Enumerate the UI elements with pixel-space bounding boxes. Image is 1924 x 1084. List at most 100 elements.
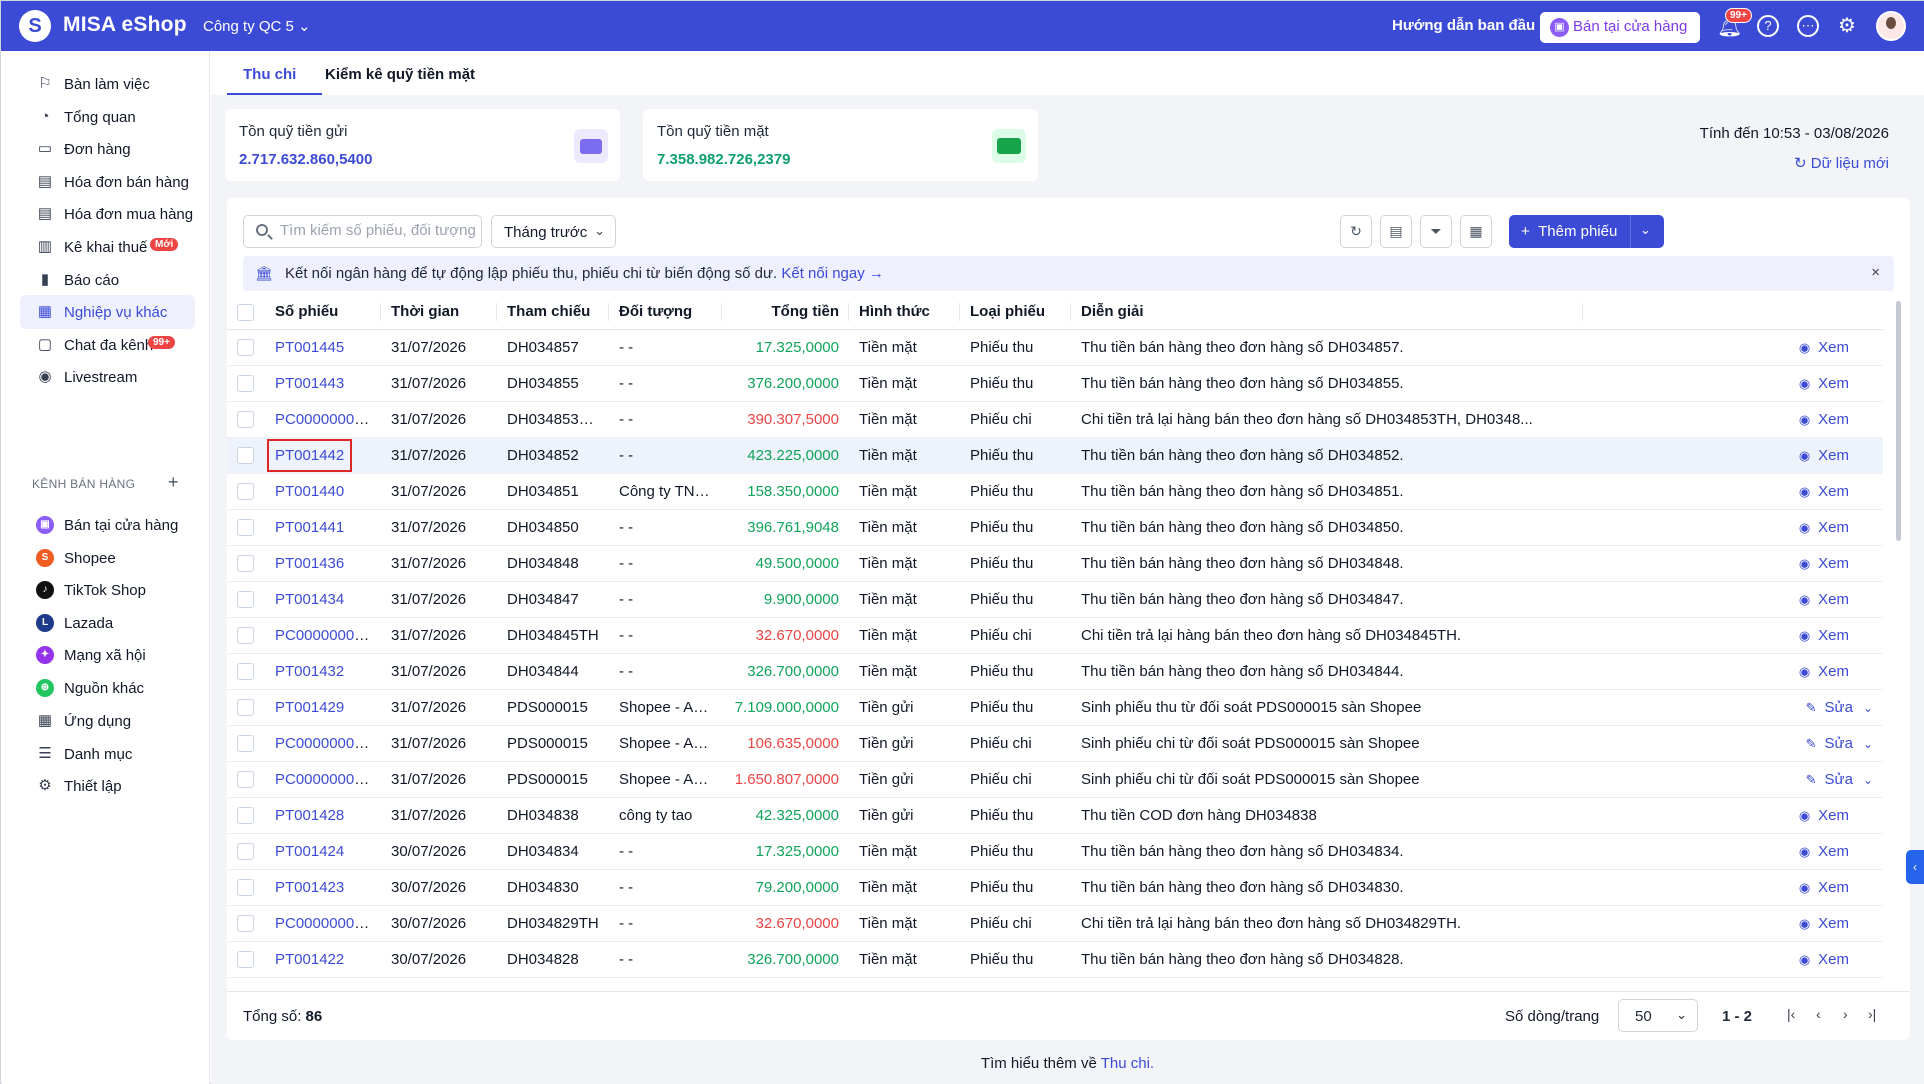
chevron-down-icon[interactable]: ⌄ xyxy=(1863,773,1873,787)
period-select[interactable]: Tháng trước ⌄ xyxy=(491,215,616,248)
row-checkbox[interactable] xyxy=(237,734,254,752)
channel-item-shopee[interactable]: S Shopee xyxy=(20,541,195,575)
voucher-no-link[interactable]: PT001443 xyxy=(275,375,344,392)
voucher-no-link[interactable]: PC000000000... xyxy=(275,411,381,428)
sidebar-item-thiết-lập[interactable]: ⚙ Thiết lập xyxy=(20,769,195,803)
table-row[interactable]: PT001442 31/07/2026 DH034852- -423.225,000… xyxy=(227,437,1883,474)
filter-button[interactable]: ⏷ xyxy=(1420,215,1452,248)
sidebar-item-hóa-đơn-bán-hàng[interactable]: ▤ Hóa đơn bán hàng xyxy=(20,165,195,199)
table-row[interactable]: PT001428 31/07/2026 DH034838 công ty tao 42.… xyxy=(227,797,1883,834)
channel-item-mạng-xã-hội[interactable]: ✦ Mạng xã hội xyxy=(20,638,195,672)
voucher-no-link[interactable]: PT001442 xyxy=(266,438,353,472)
add-channel-icon[interactable]: + xyxy=(168,472,179,493)
misa-logo-icon[interactable]: S xyxy=(19,10,51,42)
sell-in-store-button[interactable]: ▣ Bán tại cửa hàng xyxy=(1540,12,1700,43)
table-row[interactable]: PT001432 31/07/2026 DH034844- -326.700,000… xyxy=(227,653,1883,690)
edit-link[interactable]: Sửa xyxy=(1825,699,1853,716)
table-row[interactable]: PT001440 31/07/2026 DH034851 Công ty TNHH .… xyxy=(227,473,1883,510)
col-header-type[interactable]: Loại phiếu xyxy=(960,295,1071,330)
voucher-no-link[interactable]: PT001432 xyxy=(275,663,344,680)
view-link[interactable]: Xem xyxy=(1818,483,1849,500)
col-header-reference[interactable]: Tham chiếu xyxy=(497,295,609,330)
rows-per-page-select[interactable]: 50 ⌄ xyxy=(1618,999,1698,1032)
last-page-icon[interactable]: ›| xyxy=(1868,1006,1876,1022)
sidebar-item-livestream[interactable]: ◉ Livestream xyxy=(20,360,195,394)
scrollbar-thumb[interactable] xyxy=(1896,301,1901,541)
row-checkbox[interactable] xyxy=(237,770,254,788)
sidebar-item-đơn-hàng[interactable]: ▭ Đơn hàng xyxy=(20,132,195,166)
row-checkbox[interactable] xyxy=(237,806,254,824)
row-checkbox[interactable] xyxy=(237,338,254,356)
getting-started-link[interactable]: Hướng dẫn ban đầu xyxy=(1392,17,1535,34)
search-input[interactable] xyxy=(280,222,475,239)
voucher-no-link[interactable]: PT001424 xyxy=(275,843,344,860)
table-row[interactable]: PT001434 31/07/2026 DH034847- -9.900,0000 T… xyxy=(227,581,1883,618)
voucher-no-link[interactable]: PT001441 xyxy=(275,519,344,536)
sidebar-item-hóa-đơn-mua-hàng[interactable]: ▤ Hóa đơn mua hàng xyxy=(20,197,195,231)
column-settings-button[interactable]: ▦ xyxy=(1460,215,1492,248)
table-row[interactable]: PT001424 30/07/2026 DH034834- -17.325,0000… xyxy=(227,833,1883,870)
row-checkbox[interactable] xyxy=(237,374,254,392)
side-panel-toggle-icon[interactable]: ‹ xyxy=(1906,850,1924,884)
select-all-checkbox[interactable] xyxy=(237,303,254,321)
view-link[interactable]: Xem xyxy=(1818,447,1849,464)
row-checkbox[interactable] xyxy=(237,410,254,428)
gear-icon[interactable]: ⚙ xyxy=(1836,15,1858,37)
refresh-data-link[interactable]: ↻ Dữ liệu mới xyxy=(1794,154,1889,172)
sidebar-item-bàn-làm-việc[interactable]: ⚐ Bàn làm việc xyxy=(20,67,195,101)
channel-item-lazada[interactable]: L Lazada xyxy=(20,606,195,640)
col-header-party[interactable]: Đối tượng xyxy=(609,295,722,330)
voucher-no-link[interactable]: PC000000000... xyxy=(275,915,381,932)
view-link[interactable]: Xem xyxy=(1818,339,1849,356)
row-checkbox[interactable] xyxy=(237,662,254,680)
next-page-icon[interactable]: › xyxy=(1843,1006,1848,1022)
view-link[interactable]: Xem xyxy=(1818,879,1849,896)
chevron-down-icon[interactable]: ⌄ xyxy=(1863,701,1873,715)
table-row[interactable]: PT001445 31/07/2026 DH034857- -17.325,0000… xyxy=(227,329,1883,366)
voucher-no-link[interactable]: PC000000000... xyxy=(275,735,381,752)
table-row[interactable]: PT001443 31/07/2026 DH034855- -376.200,000… xyxy=(227,365,1883,402)
row-checkbox[interactable] xyxy=(237,446,254,464)
col-header-method[interactable]: Hình thức xyxy=(849,295,960,330)
table-row[interactable]: PC000000000... 31/07/2026 PDS000015 Shopee … xyxy=(227,761,1883,798)
voucher-no-link[interactable]: PT001423 xyxy=(275,879,344,896)
voucher-no-link[interactable]: PT001434 xyxy=(275,591,344,608)
add-voucher-dropdown-icon[interactable]: ⌄ xyxy=(1640,222,1651,238)
table-row[interactable]: PC000000000... 31/07/2026 DH034845TH - -32.… xyxy=(227,617,1883,654)
prev-page-icon[interactable]: ‹ xyxy=(1816,1006,1821,1022)
add-voucher-button[interactable]: + Thêm phiếu ⌄ xyxy=(1509,215,1664,248)
view-link[interactable]: Xem xyxy=(1818,627,1849,644)
view-link[interactable]: Xem xyxy=(1818,663,1849,680)
company-selector[interactable]: Công ty QC 5 ⌄ xyxy=(203,17,311,35)
sidebar-item-kê-khai-thuế[interactable]: ▥ Kê khai thuế Mới xyxy=(20,230,195,264)
search-box[interactable] xyxy=(243,215,482,248)
table-row[interactable]: PT001436 31/07/2026 DH034848- -49.500,0000… xyxy=(227,545,1883,582)
col-header-total[interactable]: Tổng tiền xyxy=(722,295,849,330)
sidebar-item-chat-đa-kênh[interactable]: ▢ Chat đa kênh 99+ xyxy=(20,328,195,362)
channel-item-tiktok-shop[interactable]: ♪ TikTok Shop xyxy=(20,573,195,607)
table-row[interactable]: PC000000000... 31/07/2026 DH034853TH,... - … xyxy=(227,401,1883,438)
sidebar-item-nghiệp-vụ-khác[interactable]: ▦ Nghiệp vụ khác xyxy=(20,295,195,330)
view-link[interactable]: Xem xyxy=(1818,951,1849,968)
channel-item-nguồn-khác[interactable]: ⊕ Nguồn khác xyxy=(20,671,195,705)
voucher-no-link[interactable]: PT001428 xyxy=(275,807,344,824)
col-header-description[interactable]: Diễn giải xyxy=(1071,295,1583,330)
help-icon[interactable]: ? xyxy=(1757,15,1779,37)
channel-item-bán-tại-cửa-hàng[interactable]: ▣ Bán tại cửa hàng xyxy=(20,508,195,542)
sidebar-item-danh-mục[interactable]: ☰ Danh mục xyxy=(20,737,195,771)
view-link[interactable]: Xem xyxy=(1818,519,1849,536)
col-header-voucher-no[interactable]: Số phiếu xyxy=(265,295,381,330)
first-page-icon[interactable]: |‹ xyxy=(1787,1006,1795,1022)
table-row[interactable]: PT001422 30/07/2026 DH034828- -326.700,000… xyxy=(227,941,1883,978)
voucher-no-link[interactable]: PT001422 xyxy=(275,951,344,968)
tab-thu-chi[interactable]: Thu chi xyxy=(243,66,296,83)
more-icon[interactable]: ⋯ xyxy=(1797,15,1819,37)
row-checkbox[interactable] xyxy=(237,878,254,896)
row-checkbox[interactable] xyxy=(237,554,254,572)
close-icon[interactable]: × xyxy=(1871,264,1880,281)
table-row[interactable]: PC000000000... 31/07/2026 PDS000015 Shopee … xyxy=(227,725,1883,762)
view-link[interactable]: Xem xyxy=(1818,555,1849,572)
reload-button[interactable]: ↻ xyxy=(1340,215,1372,248)
sidebar-item-báo-cáo[interactable]: ▮ Báo cáo xyxy=(20,263,195,297)
table-row[interactable]: PT001441 31/07/2026 DH034850- -396.761,904… xyxy=(227,509,1883,546)
